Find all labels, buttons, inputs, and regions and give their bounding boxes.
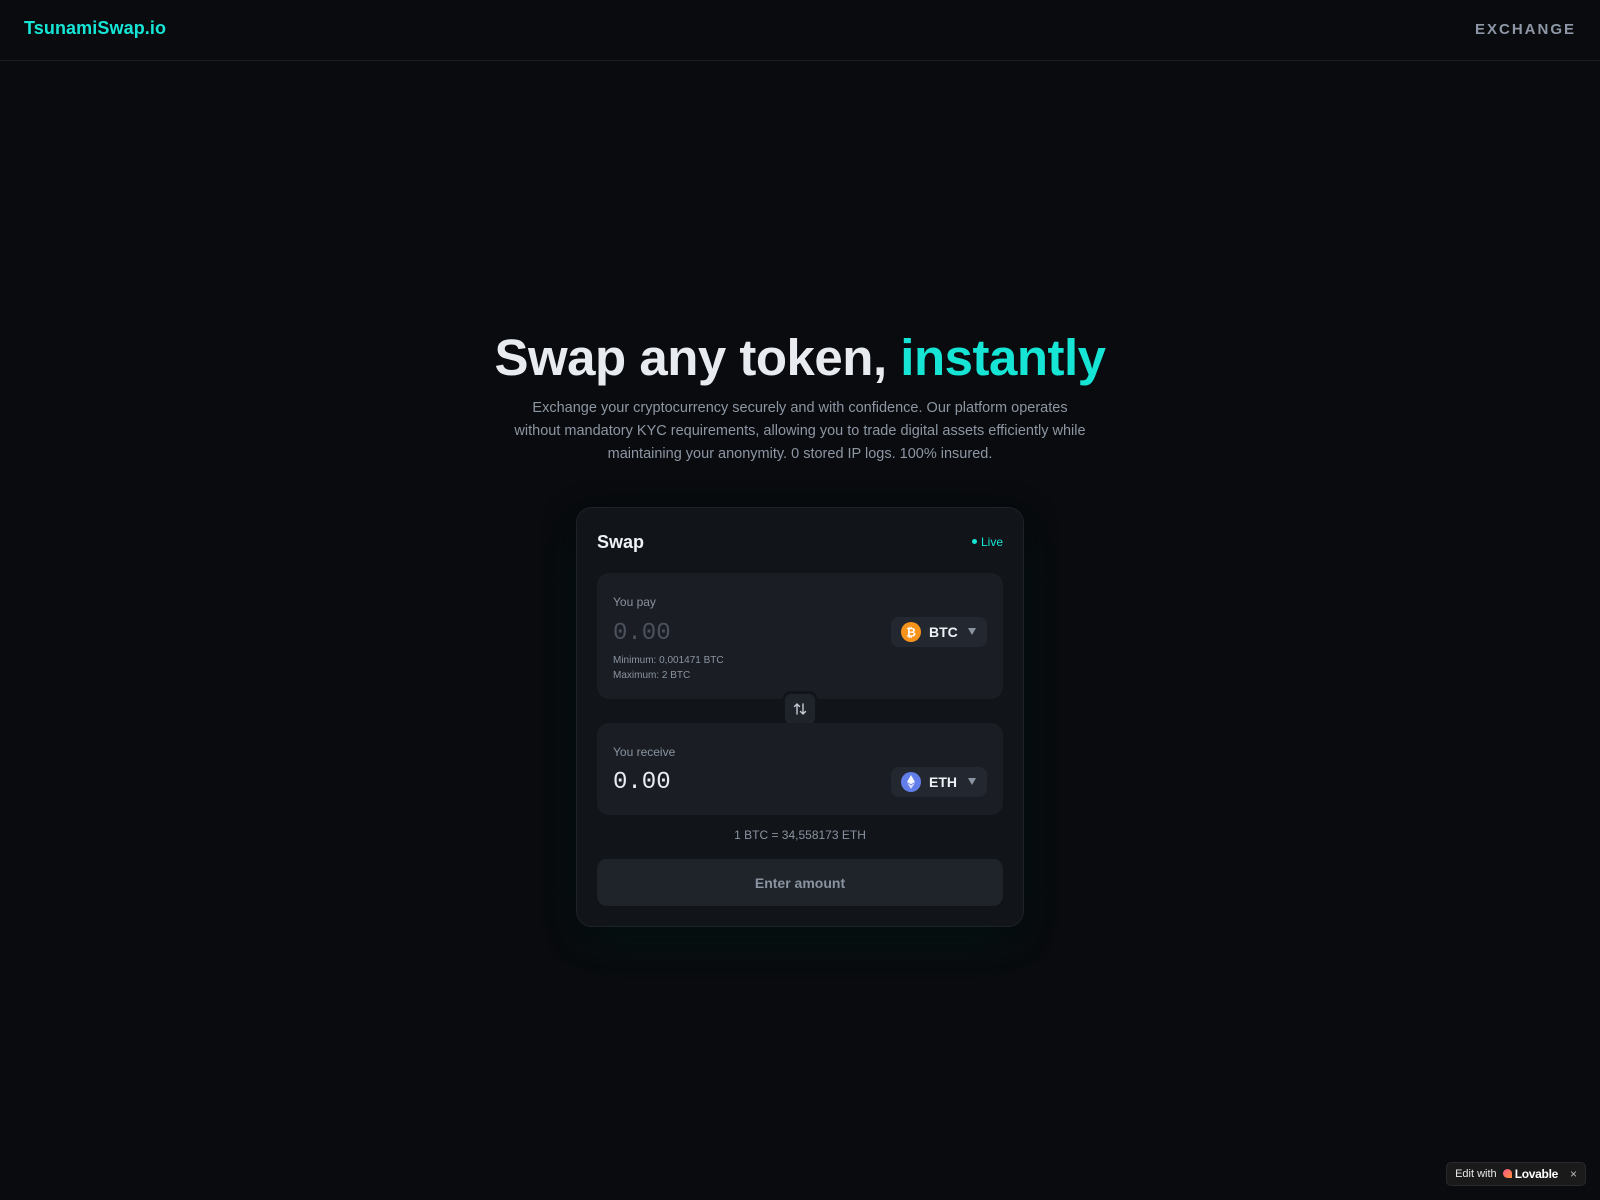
lovable-wordmark: Lovable bbox=[1514, 1167, 1559, 1181]
pay-amount-input[interactable] bbox=[613, 617, 863, 649]
exchange-rate: 1 BTC = 34,558173 ETH bbox=[734, 828, 866, 842]
nav-exchange-link[interactable]: EXCHANGE bbox=[1475, 21, 1576, 38]
lovable-logo[interactable]: Lovable bbox=[1502, 1167, 1559, 1181]
brand-logo-link[interactable]: TsunamiSwap.io bbox=[24, 18, 166, 39]
pay-panel: You pay Minimum: 0,001471 BTC Maximum: 2… bbox=[597, 573, 1003, 699]
receive-amount-value: 0.00 bbox=[613, 769, 671, 796]
pay-maximum: Maximum: 2 BTC bbox=[613, 670, 691, 681]
live-status-label: Live bbox=[980, 535, 1003, 549]
swap-card-title: Swap bbox=[597, 532, 645, 552]
edit-with-lovable-badge: Edit with Lovable × bbox=[1446, 1162, 1586, 1186]
live-status-badge: Live bbox=[971, 535, 1003, 549]
ethereum-icon bbox=[901, 772, 921, 792]
hero-title-accent: instantly bbox=[900, 329, 1106, 386]
live-dot-icon bbox=[971, 539, 977, 545]
hero-subtitle: Exchange your cryptocurrency securely an… bbox=[514, 400, 1086, 462]
edit-with-label[interactable]: Edit with bbox=[1455, 1168, 1497, 1180]
receive-label: You receive bbox=[613, 745, 676, 759]
receive-panel: You receive 0.00 ETH bbox=[597, 723, 1003, 815]
pay-limits: Minimum: 0,001471 BTC Maximum: 2 BTC bbox=[613, 653, 724, 683]
pay-token-symbol: BTC bbox=[929, 624, 958, 640]
swap-card: Swap Live You pay Minimum: 0,001471 BTC … bbox=[576, 507, 1024, 927]
pay-token-select[interactable]: ₿ BTC bbox=[891, 617, 987, 647]
chevron-down-icon bbox=[968, 778, 976, 785]
enter-amount-button[interactable]: Enter amount bbox=[597, 859, 1003, 906]
receive-token-select[interactable]: ETH bbox=[891, 767, 987, 797]
chevron-down-icon bbox=[968, 628, 976, 635]
swap-arrows-icon bbox=[793, 703, 807, 715]
swap-direction-button[interactable] bbox=[782, 691, 818, 727]
pay-minimum: Minimum: 0,001471 BTC bbox=[613, 655, 724, 666]
lovable-heart-icon bbox=[1502, 1169, 1512, 1178]
svg-text:₿: ₿ bbox=[906, 626, 916, 640]
bitcoin-icon: ₿ bbox=[901, 622, 921, 642]
top-navbar: TsunamiSwap.io EXCHANGE bbox=[0, 0, 1600, 61]
pay-label: You pay bbox=[613, 595, 656, 609]
close-icon[interactable]: × bbox=[1570, 1167, 1577, 1181]
hero-title-main: Swap any token, bbox=[494, 329, 901, 386]
receive-token-symbol: ETH bbox=[929, 774, 957, 790]
hero-title: Swap any token, instantly bbox=[0, 328, 1600, 388]
